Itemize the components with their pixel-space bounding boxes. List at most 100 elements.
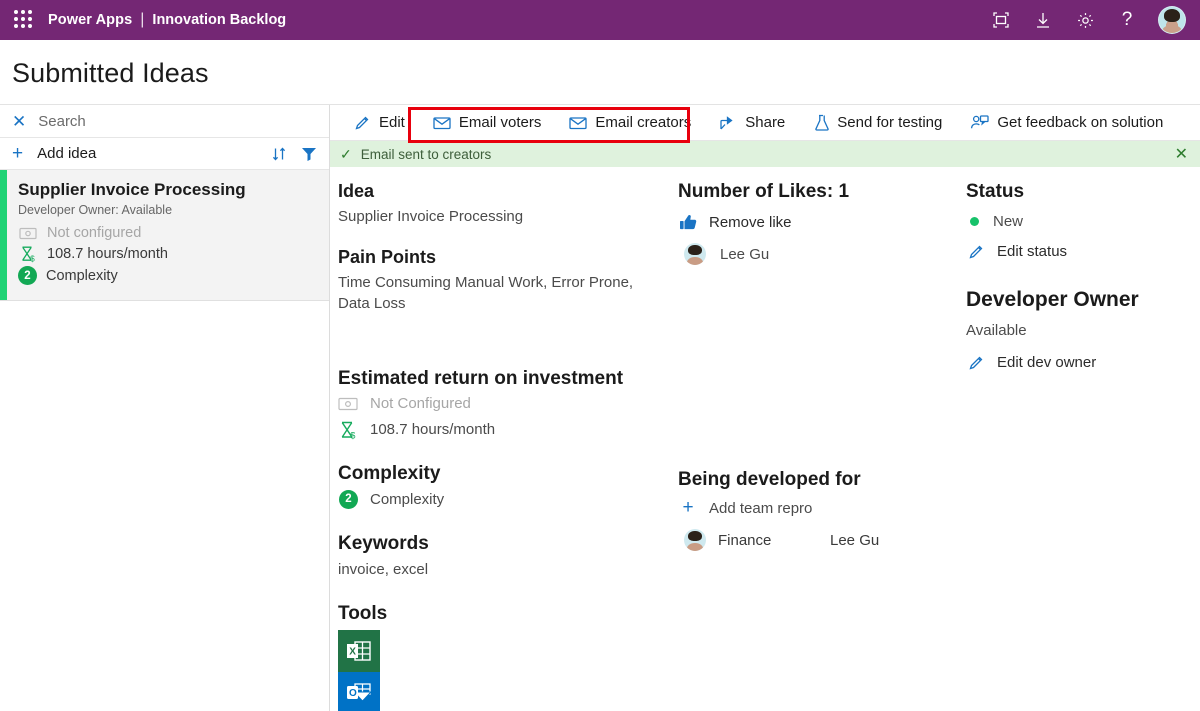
edit-button-label: Edit	[379, 114, 405, 131]
email-voters-button[interactable]: Email voters	[419, 105, 556, 141]
app-launcher-icon[interactable]	[14, 10, 34, 30]
hourglass-money-icon: $	[18, 245, 38, 263]
email-creators-label: Email creators	[595, 114, 692, 131]
idea-title: Supplier Invoice Processing	[18, 180, 246, 199]
keywords-heading: Keywords	[338, 532, 429, 554]
brand-separator: |	[140, 11, 145, 28]
edit-button[interactable]: Edit	[340, 105, 419, 141]
svg-text:O: O	[349, 688, 357, 699]
voter-name: Lee Gu	[720, 245, 770, 263]
excel-icon[interactable]: X	[338, 630, 380, 672]
share-button-label: Share	[745, 114, 786, 131]
detail-column-right: Status New Edit status Developer Owner A…	[966, 181, 1196, 711]
search-input[interactable]: Search	[38, 113, 86, 130]
roi-money-row: Not Configured	[338, 395, 678, 413]
ideas-list-panel: ✕ Search + Add idea Supplier Invoice Pro…	[0, 105, 330, 711]
close-icon[interactable]: ✕	[12, 113, 26, 130]
pencil-icon	[966, 242, 986, 260]
complexity-row: 2 Complexity	[338, 489, 678, 509]
fit-to-screen-icon[interactable]	[990, 9, 1012, 31]
share-icon	[719, 115, 737, 131]
app-name-label[interactable]: Innovation Backlog	[152, 12, 286, 28]
idea-value: Supplier Invoice Processing	[338, 208, 524, 225]
idea-complexity-label: Complexity	[46, 267, 118, 284]
tools-list: X O	[338, 630, 678, 711]
help-icon[interactable]: ?	[1116, 9, 1138, 31]
remove-like-button[interactable]: Remove like	[678, 213, 966, 231]
hourglass-money-icon: $	[338, 421, 358, 440]
person-feedback-icon	[970, 114, 990, 131]
check-icon: ✓	[340, 145, 352, 162]
complexity-badge: 2	[339, 489, 358, 509]
status-value: New	[993, 213, 1024, 230]
idea-roi-hours-label: 108.7 hours/month	[47, 246, 168, 262]
pencil-icon	[966, 353, 986, 371]
email-voters-label: Email voters	[458, 114, 542, 131]
detail-columns: Idea Supplier Invoice Processing Pain Po…	[330, 167, 1200, 711]
edit-dev-owner-label: Edit dev owner	[997, 353, 1097, 371]
complexity-value: Complexity	[370, 490, 445, 508]
close-icon[interactable]: ✕	[1175, 144, 1188, 164]
roi-heading: Estimated return on investment	[338, 367, 624, 389]
idea-roi-hours: $ 108.7 hours/month	[18, 245, 317, 263]
send-for-testing-button[interactable]: Send for testing	[799, 105, 956, 141]
add-idea-row: + Add idea	[0, 138, 329, 170]
brand-label[interactable]: Power Apps	[48, 12, 132, 28]
idea-subtitle: Developer Owner: Available	[18, 203, 173, 217]
mail-icon	[569, 116, 588, 130]
edit-dev-owner-button[interactable]: Edit dev owner	[966, 353, 1196, 371]
add-team-repro-button[interactable]: + Add team repro	[678, 497, 966, 518]
page-title: Submitted Ideas	[12, 58, 209, 88]
avatar	[684, 529, 706, 551]
idea-detail-panel: Edit Email voters Email creators Share S…	[330, 105, 1200, 711]
roi-hours-row: $ 108.7 hours/month	[338, 421, 678, 440]
complexity-badge: 2	[18, 266, 37, 285]
developer-owner-heading: Developer Owner	[966, 288, 1139, 311]
pencil-icon	[354, 114, 371, 131]
plus-icon[interactable]: +	[12, 144, 23, 163]
edit-status-button[interactable]: Edit status	[966, 242, 1196, 260]
svg-text:$: $	[30, 254, 35, 263]
gear-icon[interactable]	[1074, 9, 1096, 31]
outlook-icon[interactable]: O	[338, 672, 380, 711]
money-icon	[18, 224, 38, 242]
pain-points-heading: Pain Points	[338, 247, 437, 268]
team-owner: Lee Gu	[830, 531, 880, 549]
tools-heading: Tools	[338, 603, 388, 624]
share-button[interactable]: Share	[705, 105, 799, 141]
filter-icon[interactable]	[301, 147, 317, 161]
get-feedback-label: Get feedback on solution	[997, 114, 1164, 131]
avatar	[684, 243, 706, 265]
plus-icon: +	[682, 497, 694, 518]
status-row: New	[966, 213, 1196, 230]
get-feedback-button[interactable]: Get feedback on solution	[956, 105, 1177, 141]
detail-column-middle: Number of Likes: 1 Remove like Lee Gu Be…	[678, 181, 966, 711]
search-row: ✕ Search	[0, 105, 329, 138]
notification-banner: ✓ Email sent to creators ✕	[330, 141, 1200, 167]
idea-roi-money-label: Not configured	[47, 225, 142, 241]
email-creators-button[interactable]: Email creators	[555, 105, 705, 141]
avatar[interactable]	[1158, 6, 1186, 34]
likes-heading: Number of Likes: 1	[678, 181, 850, 202]
svg-text:X: X	[349, 646, 356, 657]
top-bar-actions: ?	[990, 6, 1186, 34]
add-idea-button[interactable]: Add idea	[37, 145, 96, 162]
roi-hours-value: 108.7 hours/month	[370, 421, 496, 439]
mail-icon	[433, 116, 451, 130]
team-name: Finance	[718, 531, 772, 549]
being-developed-heading: Being developed for	[678, 469, 861, 490]
team-row: Finance Lee Gu	[684, 529, 966, 551]
complexity-heading: Complexity	[338, 462, 441, 484]
app-root: Power Apps | Innovation Backlog ? Submit…	[0, 0, 1200, 711]
command-bar: Edit Email voters Email creators Share S…	[330, 105, 1200, 143]
send-for-testing-label: Send for testing	[837, 114, 943, 131]
list-item[interactable]: Supplier Invoice Processing Developer Ow…	[0, 170, 329, 301]
add-team-repro-label: Add team repro	[709, 499, 813, 517]
download-icon[interactable]	[1032, 9, 1054, 31]
svg-text:$: $	[350, 430, 355, 440]
voter-row: Lee Gu	[684, 243, 966, 265]
detail-column-left: Idea Supplier Invoice Processing Pain Po…	[330, 181, 678, 711]
remove-like-label: Remove like	[709, 213, 792, 231]
sort-icon[interactable]	[271, 146, 287, 162]
